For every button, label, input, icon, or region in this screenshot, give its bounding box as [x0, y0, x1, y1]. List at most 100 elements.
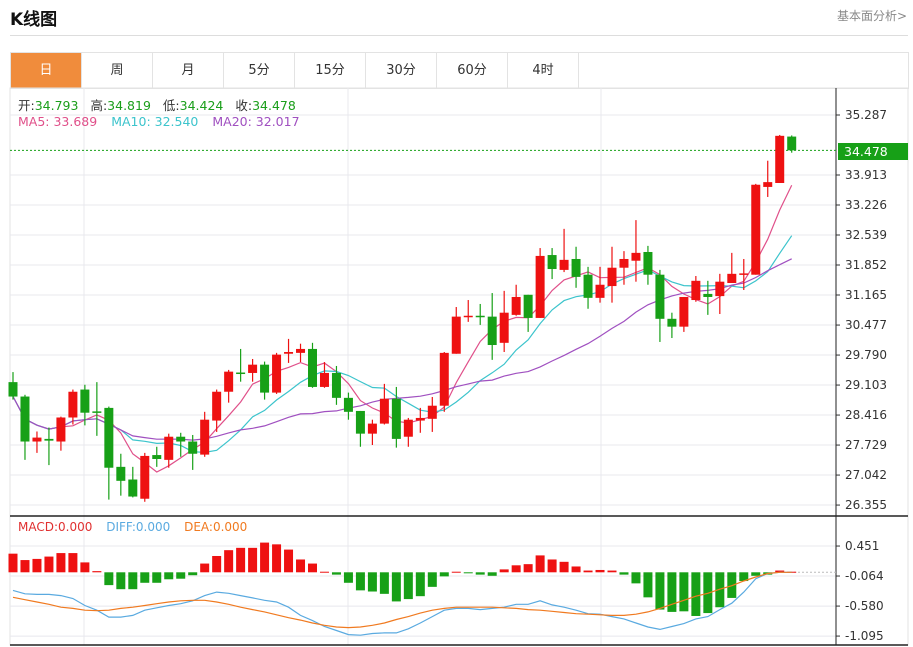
low-label: 低: — [162, 98, 180, 113]
macd-histogram-bar — [20, 560, 30, 573]
candle-body — [547, 255, 557, 270]
current-price-label: 34.478 — [838, 143, 908, 160]
candle-body — [751, 184, 761, 275]
high-label: 高: — [90, 98, 108, 113]
candle-body — [571, 258, 581, 277]
ma20-value: MA20: 32.017 — [212, 114, 300, 129]
macd-histogram-bar — [547, 559, 557, 573]
candle-body — [415, 417, 425, 421]
candle-body — [140, 455, 150, 499]
candle-body — [152, 455, 162, 459]
dea-value: DEA:0.000 — [184, 520, 248, 534]
candle-body — [20, 396, 30, 442]
macd-histogram-bar — [116, 572, 126, 590]
macd-legend: MACD:0.000 DIFF:0.000 DEA:0.000 — [18, 520, 251, 534]
macd-histogram-bar — [236, 547, 246, 573]
price-tick-label: 29.790 — [845, 348, 887, 362]
macd-histogram-bar — [415, 572, 425, 597]
macd-histogram-bar — [188, 572, 198, 576]
candle-body — [631, 252, 641, 261]
candle-body — [200, 419, 210, 455]
macd-histogram-bar — [8, 553, 18, 573]
macd-histogram-bar — [92, 571, 102, 573]
macd-histogram-bar — [104, 572, 114, 586]
macd-histogram-bar — [559, 561, 569, 573]
candle-body — [559, 259, 569, 270]
macd-histogram-bar — [451, 571, 461, 573]
macd-tick-label: -1.095 — [845, 629, 884, 643]
candle-body — [463, 315, 473, 318]
candle-body — [116, 466, 126, 481]
candle-body — [775, 135, 785, 183]
candle-body — [176, 436, 186, 442]
candle-body — [763, 182, 773, 187]
macd-histogram-bar — [427, 572, 437, 587]
macd-histogram-bar — [152, 572, 162, 583]
ma20-line — [12, 258, 792, 441]
candle-body — [499, 312, 509, 343]
candle-body — [44, 438, 54, 441]
candle-body — [56, 417, 66, 442]
macd-histogram-bar — [499, 569, 509, 573]
candle-body — [667, 318, 677, 327]
macd-histogram-bar — [128, 572, 138, 590]
price-tick-label: 30.477 — [845, 318, 887, 332]
candle-body — [104, 407, 114, 468]
macd-histogram-bar — [164, 572, 174, 580]
macd-histogram-bar — [679, 572, 689, 612]
price-tick-label: 26.355 — [845, 498, 887, 512]
ma10-line — [12, 235, 793, 454]
macd-histogram-bar — [607, 570, 617, 573]
price-tick-label: 27.729 — [845, 438, 887, 452]
macd-histogram-bar — [655, 572, 665, 610]
macd-value: MACD:0.000 — [18, 520, 93, 534]
candle-body — [248, 364, 258, 373]
macd-histogram-bar — [200, 563, 210, 573]
candle-body — [535, 255, 545, 318]
macd-histogram-bar — [535, 555, 545, 573]
chart-frame — [9, 87, 909, 646]
macd-histogram-bar — [571, 566, 581, 573]
macd-histogram-bar — [403, 572, 413, 600]
macd-histogram-bar — [355, 572, 365, 591]
candle-body — [583, 274, 593, 298]
candle-body — [619, 258, 629, 268]
close-value: 34.478 — [252, 98, 296, 113]
price-tick-label: 29.103 — [845, 378, 887, 392]
macd-histogram-bar — [475, 572, 485, 575]
candle-body — [679, 296, 689, 327]
ma-readout: MA5: 33.689 MA10: 32.540 MA20: 32.017 — [18, 114, 304, 129]
macd-histogram-bar — [379, 572, 389, 594]
candle-body — [284, 351, 294, 354]
macd-histogram-bar — [751, 572, 761, 576]
candle-body — [260, 364, 270, 393]
close-label: 收: — [235, 98, 253, 113]
candle-body — [236, 372, 246, 375]
candle-body — [272, 354, 282, 393]
price-tick-label: 27.042 — [845, 468, 887, 482]
ma5-value: MA5: 33.689 — [18, 114, 98, 129]
macd-histogram-bar — [284, 549, 294, 573]
macd-tick-label: 0.451 — [845, 539, 879, 553]
candle-body — [595, 284, 605, 298]
price-tick-label: 33.226 — [845, 198, 887, 212]
candle-body — [427, 405, 437, 419]
high-value: 34.819 — [107, 98, 151, 113]
macd-histogram-bar — [643, 572, 653, 598]
candle-body — [212, 391, 222, 421]
candle-body — [164, 436, 174, 460]
macd-histogram-bar — [32, 558, 42, 573]
open-label: 开: — [18, 98, 35, 113]
ohlc-readout: 开:34.793 高:34.819 低:34.424 收:34.478 — [18, 95, 300, 114]
candle-body — [308, 348, 317, 387]
low-value: 34.424 — [179, 98, 224, 113]
price-tick-label: 31.165 — [845, 288, 887, 302]
macd-histogram-bar — [296, 559, 306, 573]
macd-histogram-bar — [391, 572, 401, 602]
diff-value: DIFF:0.000 — [106, 520, 171, 534]
macd-histogram-bar — [68, 553, 78, 573]
macd-histogram-bar — [511, 565, 521, 573]
macd-histogram-bar — [331, 572, 341, 575]
candle-body — [367, 423, 377, 434]
macd-histogram-bar — [487, 572, 497, 576]
